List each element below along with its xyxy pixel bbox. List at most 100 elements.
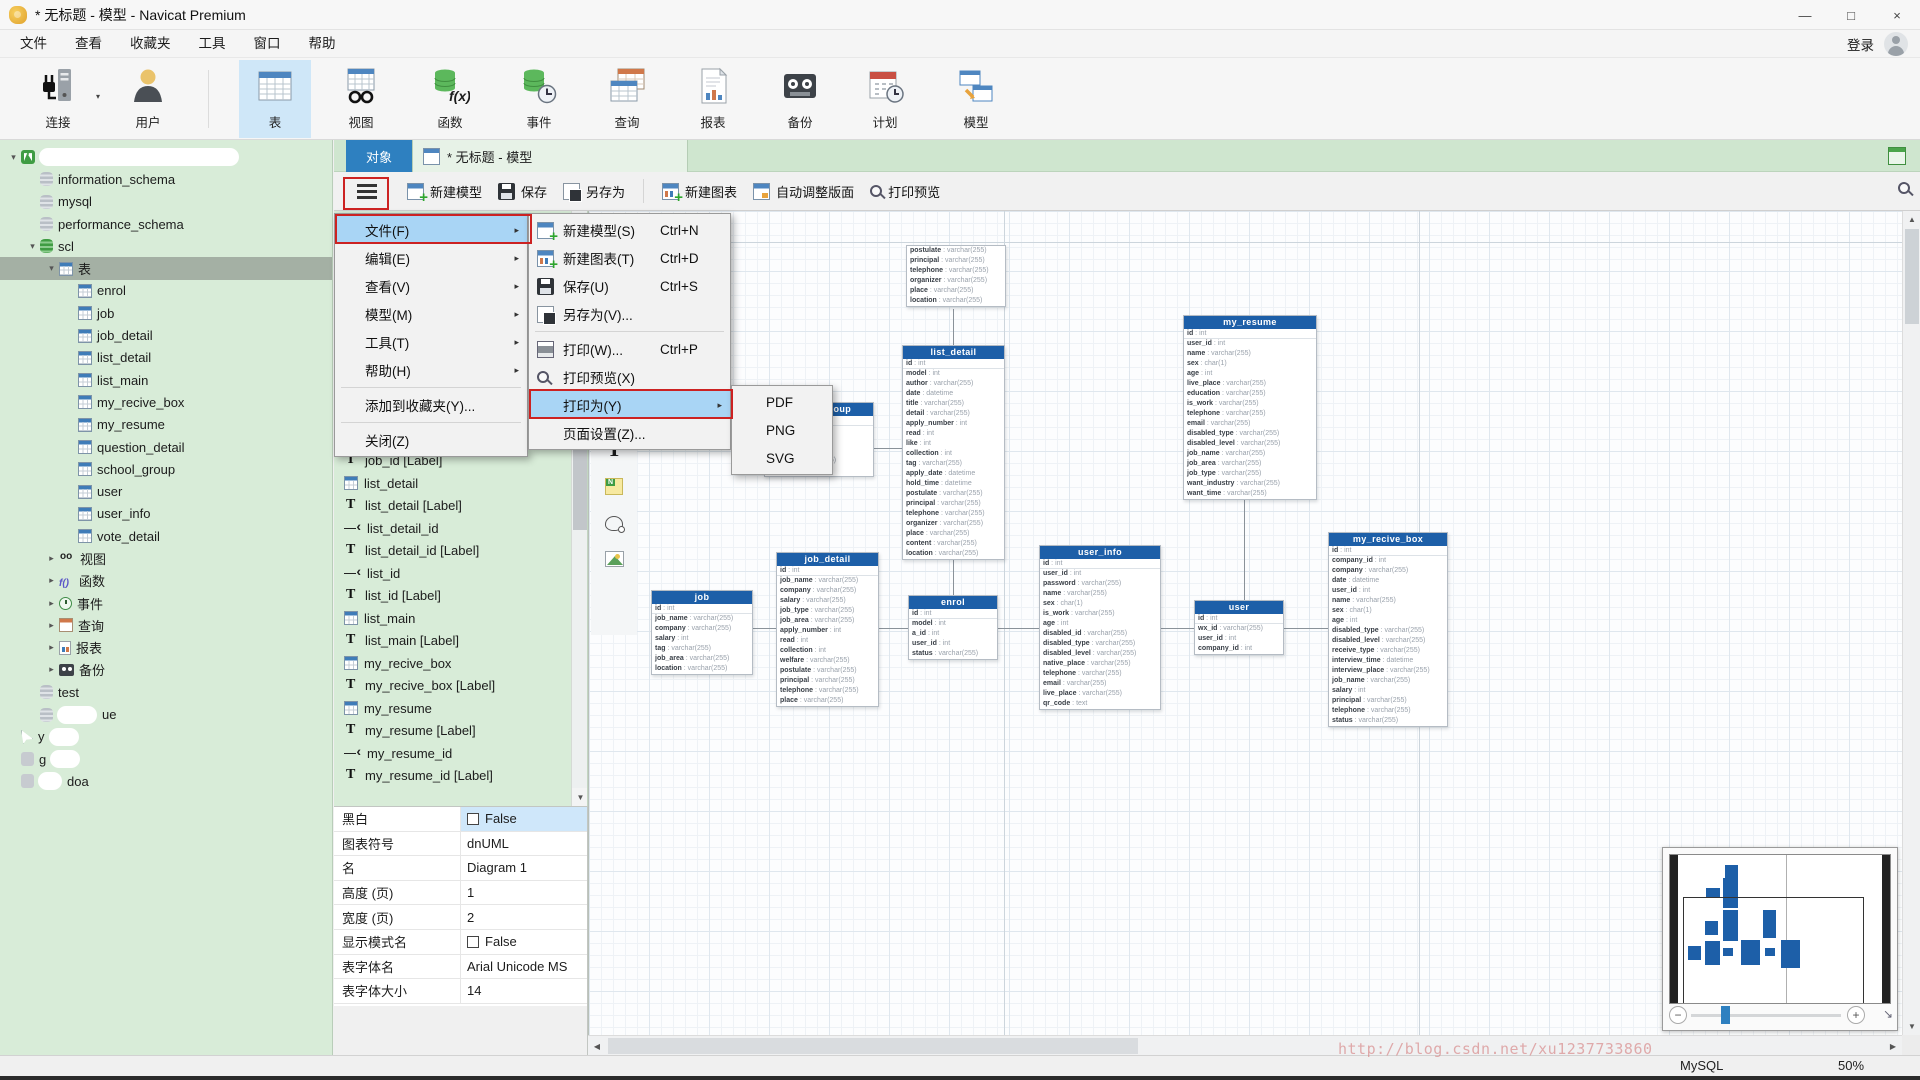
scroll-down-icon[interactable]: ▼ (1903, 1018, 1920, 1035)
menu-item[interactable]: 保存(U) Ctrl+S (529, 272, 730, 300)
toolbar-button-function[interactable]: f(x) 函数 (414, 60, 486, 138)
menu-item[interactable]: 新建图表(T)Ctrl+D (529, 244, 730, 273)
menubar-item[interactable]: 窗口 (240, 30, 295, 58)
diagram-table[interactable]: job id : int job_name : varchar(255) compan… (651, 590, 753, 675)
property-row[interactable]: 表字体名 Arial Unicode MS (334, 954, 587, 980)
tree-item[interactable]: ▸ 备份 (0, 659, 332, 681)
toolbar-button-event[interactable]: 事件 (503, 60, 575, 138)
tree-item[interactable]: ue (0, 703, 332, 725)
tree-item[interactable]: ▾ scl (0, 235, 332, 257)
toolbar-button-table[interactable]: 表 (239, 60, 311, 138)
search-zoom-icon[interactable] (1898, 182, 1910, 194)
tree-item[interactable]: mysql (0, 191, 332, 213)
menu-item[interactable]: 工具(T) ▸ (335, 328, 527, 356)
diagram-table[interactable]: enrol id : int model : int a_id : int user_i… (908, 595, 998, 660)
toolbar-button-schedule[interactable]: 计划 (849, 60, 921, 138)
tree-item[interactable]: information_schema (0, 168, 332, 190)
menubar-item[interactable]: 查看 (61, 30, 116, 58)
tree-item[interactable]: question_detail (0, 436, 332, 458)
diagram-table[interactable]: postulate : varchar(255) principal : varc… (906, 245, 1006, 307)
collapse-icon[interactable]: ▾ (25, 241, 40, 252)
field-item[interactable]: my_resume [Label] (344, 720, 476, 742)
menu-item[interactable]: PDF (732, 388, 832, 416)
diagram-overview-minimap[interactable]: − + ↘ (1662, 847, 1898, 1031)
model-toolbar-button[interactable]: 打印预览 (862, 178, 948, 205)
diagram-table[interactable]: my_resume id : int user_id : int name : var… (1183, 315, 1317, 500)
toolbar-button-query[interactable]: 查询 (591, 60, 663, 138)
model-toolbar-button[interactable]: 自动调整版面 (745, 178, 862, 205)
scroll-right-icon[interactable]: ▶ (1884, 1036, 1902, 1056)
menubar-item[interactable]: 帮助 (295, 30, 350, 58)
menu-item[interactable]: 查看(V) ▸ (335, 272, 527, 300)
menu-item[interactable]: SVG (732, 444, 832, 472)
tree-item[interactable]: ▸视图 (0, 547, 332, 569)
scroll-left-icon[interactable]: ◀ (588, 1036, 606, 1056)
scrollbar-thumb[interactable] (1905, 229, 1919, 324)
tree-item[interactable]: job (0, 302, 332, 324)
table-header[interactable]: my_resume (1184, 316, 1316, 329)
resize-icon[interactable]: ↘ (1883, 1007, 1893, 1021)
field-item[interactable]: my_recive_box [Label] (344, 675, 495, 697)
table-header[interactable]: user (1195, 601, 1283, 614)
expand-icon[interactable]: ▸ (44, 642, 59, 653)
tab-objects[interactable]: 对象 (346, 140, 412, 172)
model-toolbar-button[interactable]: 另存为 (555, 178, 633, 205)
table-header[interactable]: my_recive_box (1329, 533, 1447, 546)
menu-item[interactable]: 打印为(Y) ▸ (529, 391, 730, 419)
shape-tool-icon[interactable] (605, 516, 625, 533)
tree-item[interactable]: ▸ 查询 (0, 614, 332, 636)
zoom-out-button[interactable]: − (1669, 1006, 1687, 1024)
hamburger-menu-button[interactable] (349, 177, 385, 205)
checkbox-icon[interactable] (467, 935, 479, 948)
menu-item[interactable]: 关闭(Z) (335, 426, 527, 454)
zoom-slider-thumb[interactable] (1721, 1006, 1730, 1024)
chevron-down-icon[interactable]: ▾ (96, 92, 100, 101)
table-header[interactable]: user_info (1040, 546, 1160, 559)
menu-item[interactable]: 打印(W)... Ctrl+P (529, 335, 730, 363)
tree-item[interactable]: list_detail (0, 347, 332, 369)
toolbar-button-user[interactable]: 用户 (112, 60, 184, 138)
tree-item[interactable]: vote_detail (0, 525, 332, 547)
diagram-table[interactable]: user_info id : int user_id : int password :… (1039, 545, 1161, 710)
diagram-table[interactable]: job_detail id : int job_name : varchar(255… (776, 552, 879, 707)
model-toolbar-button[interactable]: 新建模型 (399, 178, 490, 206)
table-header[interactable]: list_detail (903, 346, 1004, 359)
property-row[interactable]: 图表符号 dnUML (334, 831, 587, 857)
checkbox-icon[interactable] (467, 812, 479, 825)
scroll-up-icon[interactable]: ▲ (1903, 211, 1920, 228)
expand-icon[interactable]: ▸ (44, 664, 59, 675)
field-item[interactable]: list_id [Label] (344, 585, 441, 607)
tree-item[interactable]: doa (0, 770, 332, 792)
property-row[interactable]: 宽度 (页) 2 (334, 905, 587, 930)
tree-item[interactable]: user (0, 480, 332, 502)
model-toolbar-button[interactable]: 新建图表 (654, 178, 745, 206)
table-header[interactable]: enrol (909, 596, 997, 609)
field-item[interactable]: list_detail_id [Label] (344, 540, 479, 562)
tree-item[interactable]: job_detail (0, 324, 332, 346)
toolbar-button-report[interactable]: 报表 (677, 60, 749, 138)
note-tool-icon[interactable] (605, 478, 623, 495)
expand-icon[interactable]: ▸ (44, 620, 59, 631)
model-toolbar-button[interactable]: 保存 (490, 178, 555, 205)
menu-item[interactable]: 另存为(V)... (529, 300, 730, 328)
table-header[interactable]: job_detail (777, 553, 878, 566)
canvas-vertical-scrollbar[interactable]: ▲ ▼ (1902, 211, 1920, 1035)
field-item[interactable]: list_detail (344, 472, 418, 494)
toolbar-button-view[interactable]: 视图 (325, 60, 397, 138)
property-row[interactable]: 表字体大小 14 (334, 979, 587, 1004)
menubar-item[interactable]: 文件 (6, 30, 61, 58)
image-tool-icon[interactable] (604, 551, 624, 567)
toolbar-button-backup[interactable]: 备份 (764, 60, 836, 138)
tab-model[interactable]: * 无标题 - 模型 (412, 140, 688, 172)
zoom-in-button[interactable]: + (1847, 1006, 1865, 1024)
menu-item[interactable]: 文件(F) ▸ (335, 216, 527, 244)
menu-item[interactable]: 打印预览(X) (529, 363, 730, 391)
new-tab-icon[interactable] (1888, 147, 1906, 165)
menu-item[interactable]: 添加到收藏夹(Y)... (335, 391, 527, 419)
collapse-icon[interactable]: ▾ (44, 263, 59, 274)
menu-item[interactable]: 编辑(E) ▸ (335, 244, 527, 272)
field-item[interactable]: list_detail_id (344, 517, 439, 539)
field-item[interactable]: list_main [Label] (344, 630, 459, 652)
scrollbar-thumb[interactable] (573, 443, 587, 530)
property-row[interactable]: 名 Diagram 1 (334, 856, 587, 881)
